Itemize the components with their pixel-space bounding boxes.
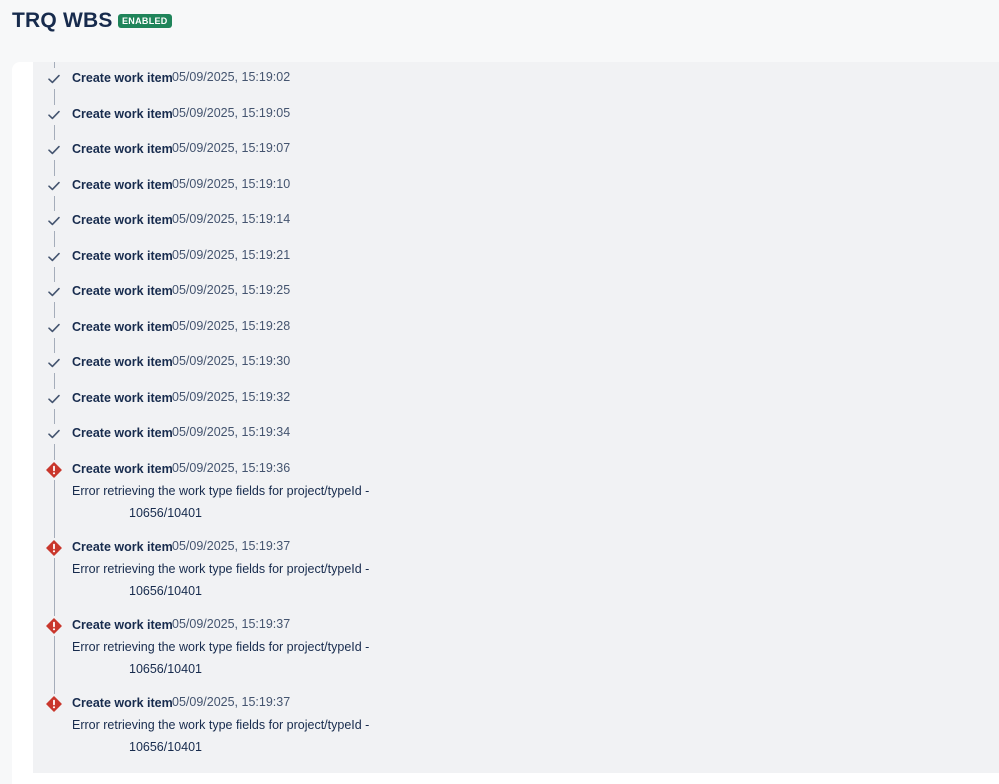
log-entry-action: Create work item xyxy=(72,319,173,334)
timeline-connector xyxy=(54,62,55,68)
timeline-connector xyxy=(54,231,55,247)
log-entry-timestamp: 05/09/2025, 15:19:05 xyxy=(172,105,291,120)
log-entry-error-ids: 10656/10401 xyxy=(129,505,202,520)
error-icon xyxy=(46,461,62,478)
log-entry-timestamp: 05/09/2025, 15:19:37 xyxy=(172,538,291,553)
checkmark-icon xyxy=(46,284,62,300)
error-icon xyxy=(46,695,62,712)
log-entry-action: Create work item xyxy=(72,177,173,192)
checkmark-icon xyxy=(46,391,62,407)
timeline-connector xyxy=(54,635,55,694)
log-entry-action: Create work item xyxy=(72,355,173,369)
timeline-connector xyxy=(54,479,55,538)
log-entry-action: Create work item xyxy=(72,461,173,476)
log-entry-timestamp: 05/09/2025, 15:19:02 xyxy=(172,70,291,84)
log-entry-error-message: Error retrieving the work type fields fo… xyxy=(72,561,370,576)
error-icon xyxy=(46,539,62,556)
log-entry-error-ids: 10656/10401 xyxy=(129,661,202,676)
log-entry-timestamp: 05/09/2025, 15:19:30 xyxy=(172,354,291,368)
log-entry-action: Create work item xyxy=(72,695,173,710)
log-entry-action: Create work item xyxy=(72,539,173,554)
log-entry-action: Create work item xyxy=(72,142,173,156)
checkmark-icon xyxy=(46,71,62,87)
log-entry-timestamp: 05/09/2025, 15:19:37 xyxy=(172,616,291,631)
checkmark-icon xyxy=(46,213,62,229)
timeline-connector xyxy=(54,89,55,105)
checkmark-icon xyxy=(46,249,62,265)
timeline-connector xyxy=(54,373,55,389)
timeline-connector xyxy=(54,195,55,211)
log-entry-action: Create work item xyxy=(72,71,173,85)
checkmark-icon xyxy=(46,426,62,442)
timeline-connector xyxy=(54,408,55,424)
log-entry-action: Create work item xyxy=(72,390,173,405)
log-entry-action: Create work item xyxy=(72,213,173,227)
log-entry-timestamp: 05/09/2025, 15:19:37 xyxy=(172,694,291,709)
log-entry-action: Create work item xyxy=(72,617,173,632)
error-icon xyxy=(46,617,62,634)
checkmark-icon xyxy=(46,142,62,158)
log-entry-timestamp: 05/09/2025, 15:19:32 xyxy=(172,389,291,404)
log-entry-action: Create work item xyxy=(72,284,173,298)
log-entry-timestamp: 05/09/2025, 15:19:36 xyxy=(172,460,291,475)
log-entry-timestamp: 05/09/2025, 15:19:21 xyxy=(172,247,291,262)
timeline-connector xyxy=(54,444,55,460)
log-entry-timestamp: 05/09/2025, 15:19:14 xyxy=(172,212,291,226)
timeline-connector xyxy=(54,124,55,140)
log-entry-timestamp: 05/09/2025, 15:19:34 xyxy=(172,425,291,439)
checkmark-icon xyxy=(46,355,62,371)
log-entry-error-ids: 10656/10401 xyxy=(129,739,202,754)
log-entry-action: Create work item xyxy=(72,106,173,121)
log-entry-timestamp: 05/09/2025, 15:19:10 xyxy=(172,176,291,191)
log-entry-timestamp: 05/09/2025, 15:19:25 xyxy=(172,283,291,297)
timeline-connector xyxy=(54,266,55,282)
log-entry-error-message: Error retrieving the work type fields fo… xyxy=(72,717,370,732)
log-entry-action: Create work item xyxy=(72,248,173,263)
audit-log-timeline: Create work item 05/09/2025, 15:19:02 Crea… xyxy=(0,0,999,784)
timeline-connector xyxy=(54,337,55,353)
timeline-connector xyxy=(54,302,55,318)
log-entry-error-message: Error retrieving the work type fields fo… xyxy=(72,483,370,498)
log-entry-timestamp: 05/09/2025, 15:19:07 xyxy=(172,141,291,155)
log-entry-error-ids: 10656/10401 xyxy=(129,583,202,598)
timeline-connector xyxy=(54,160,55,176)
log-entry-timestamp: 05/09/2025, 15:19:28 xyxy=(172,318,291,333)
log-entry-error-message: Error retrieving the work type fields fo… xyxy=(72,639,370,654)
timeline-connector xyxy=(54,557,55,616)
log-entry-action: Create work item xyxy=(72,426,173,440)
checkmark-icon xyxy=(46,178,62,194)
checkmark-icon xyxy=(46,107,62,123)
checkmark-icon xyxy=(46,320,62,336)
